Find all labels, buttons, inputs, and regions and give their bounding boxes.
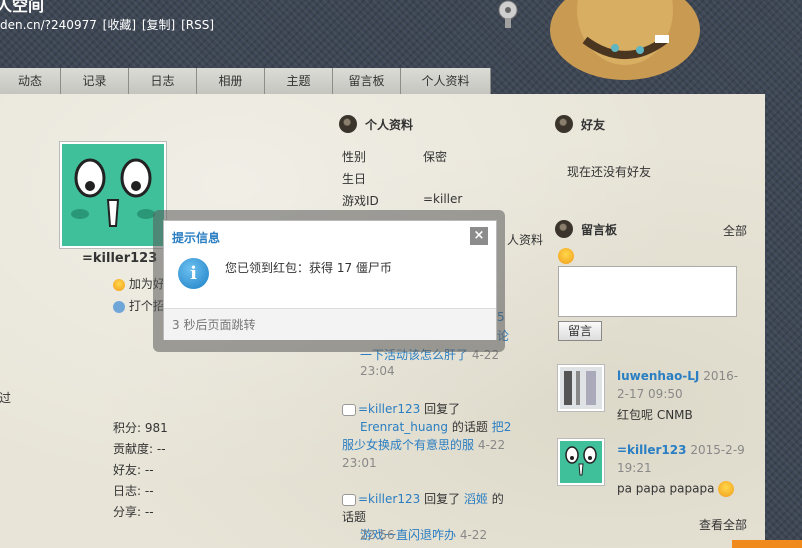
- avatar[interactable]: [557, 438, 605, 486]
- space-nav: 动态 记录 日志 相册 主题 留言板 个人资料: [0, 68, 491, 94]
- feed-user-link[interactable]: =killer123: [358, 402, 420, 416]
- section-bullet-icon: [339, 115, 357, 133]
- tab-topics[interactable]: 主题: [265, 68, 333, 94]
- tab-feed[interactable]: 动态: [0, 68, 61, 94]
- feed-item-1: =killer123 回复了 Erenrat_huang 的话题 把2服少女换成…: [342, 400, 512, 472]
- profile-value-gameid: =killer: [423, 192, 463, 206]
- profile-value-gender: 保密: [423, 150, 448, 164]
- photo-thumbnail-icon: [560, 367, 602, 409]
- guestbook-view-all-link[interactable]: 查看全部: [699, 516, 747, 533]
- stat-shares: 分享: --: [113, 505, 154, 519]
- feed-mid: 的话题: [451, 420, 488, 434]
- avatar-face-icon: [62, 144, 164, 246]
- stat-friends: 好友: --: [113, 463, 154, 477]
- profile-section-title: 个人资料: [339, 115, 413, 133]
- feed-target-user[interactable]: Erenrat_huang: [360, 420, 448, 434]
- tab-blog[interactable]: 日志: [129, 68, 197, 94]
- stat-blogs: 日志: --: [113, 484, 154, 498]
- guestbook-section-title: 留言板: [555, 220, 617, 238]
- guestbook-text-value: pa papa papapa: [617, 481, 715, 496]
- dialog-title: 提示信息: [172, 231, 221, 245]
- rss-link[interactable]: [RSS]: [181, 18, 214, 32]
- profile-more-link[interactable]: 人资料: [507, 231, 543, 248]
- space-url-bar: den.cn/?240977 [收藏] [复制] [RSS]: [0, 16, 216, 33]
- cowboy-hat-icon: [550, 0, 700, 80]
- guestbook-entry-header: luwenhao-LJ 2016-2-17 09:50: [617, 367, 747, 403]
- tab-records[interactable]: 记录: [61, 68, 129, 94]
- emoji-picker-icon[interactable]: [558, 248, 574, 264]
- tab-album[interactable]: 相册: [197, 68, 265, 94]
- guestbook-text: 红包呢 CNMB: [617, 408, 693, 422]
- site-title: 人空间: [0, 0, 45, 15]
- tab-guestbook[interactable]: 留言板: [333, 68, 401, 94]
- stat-contribution: 贡献度: --: [113, 442, 166, 456]
- dialog-message: 您已领到红包：获得 17 僵尸币: [225, 261, 392, 275]
- feed-action: 回复了: [424, 492, 461, 506]
- profile-label-gameid: 游戏ID: [342, 194, 379, 208]
- friends-empty-text: 现在还没有好友: [567, 165, 652, 179]
- feed-date: 4-22: [459, 528, 488, 542]
- close-icon[interactable]: ×: [470, 227, 488, 245]
- profile-label-birthday: 生日: [342, 172, 367, 186]
- info-icon: i: [178, 258, 209, 289]
- guestbook-all-link[interactable]: 全部: [723, 222, 747, 239]
- stat-points: 积分: 981: [113, 421, 168, 435]
- space-url: den.cn/?240977: [0, 18, 97, 32]
- smiley-icon: [718, 481, 735, 497]
- feed-action: 回复了: [424, 402, 461, 416]
- friends-section-title: 好友: [555, 115, 605, 133]
- profile-label-gender: 性别: [342, 150, 367, 164]
- reply-icon: [342, 493, 356, 506]
- bookmark-link[interactable]: [收藏]: [103, 18, 136, 32]
- feed-time: 22:56: [360, 528, 395, 542]
- guestbook-entry-header: =killer123 2015-2-9 19:21: [617, 441, 747, 477]
- guestbook-submit-button[interactable]: 留言: [558, 321, 602, 341]
- feed-time: 23:04: [360, 364, 395, 378]
- copy-link[interactable]: [复制]: [142, 18, 175, 32]
- greet-icon: [113, 300, 125, 313]
- avatar-face-icon: [560, 441, 602, 483]
- profile-title-text: 个人资料: [365, 117, 414, 132]
- dialog-footer: 3 秒后页面跳转: [164, 308, 496, 340]
- friends-title-text: 好友: [581, 117, 606, 132]
- guestbook-user-link[interactable]: =killer123: [617, 443, 686, 457]
- feed-user-link[interactable]: =killer123: [358, 492, 420, 506]
- section-bullet-icon: [555, 220, 573, 238]
- notice-dialog: 提示信息 × i 您已领到红包：获得 17 僵尸币 3 秒后页面跳转: [163, 220, 497, 340]
- corner-widget[interactable]: [732, 540, 802, 548]
- hook-decoration-icon: [498, 0, 518, 28]
- section-bullet-icon: [555, 115, 573, 133]
- guestbook-input[interactable]: [558, 266, 737, 317]
- guestbook-user-link[interactable]: luwenhao-LJ: [617, 369, 699, 383]
- username: =killer123: [82, 251, 158, 266]
- handshake-icon: [113, 278, 125, 291]
- left-cut-text: 过: [0, 391, 12, 405]
- feed-target-user[interactable]: 滔姬: [464, 492, 488, 506]
- reply-icon: [342, 403, 356, 416]
- avatar[interactable]: [59, 141, 167, 249]
- avatar[interactable]: [557, 364, 605, 412]
- guestbook-title-text: 留言板: [581, 222, 618, 237]
- tab-profile[interactable]: 个人资料: [401, 68, 491, 94]
- guestbook-text: pa papa papapa: [617, 481, 735, 497]
